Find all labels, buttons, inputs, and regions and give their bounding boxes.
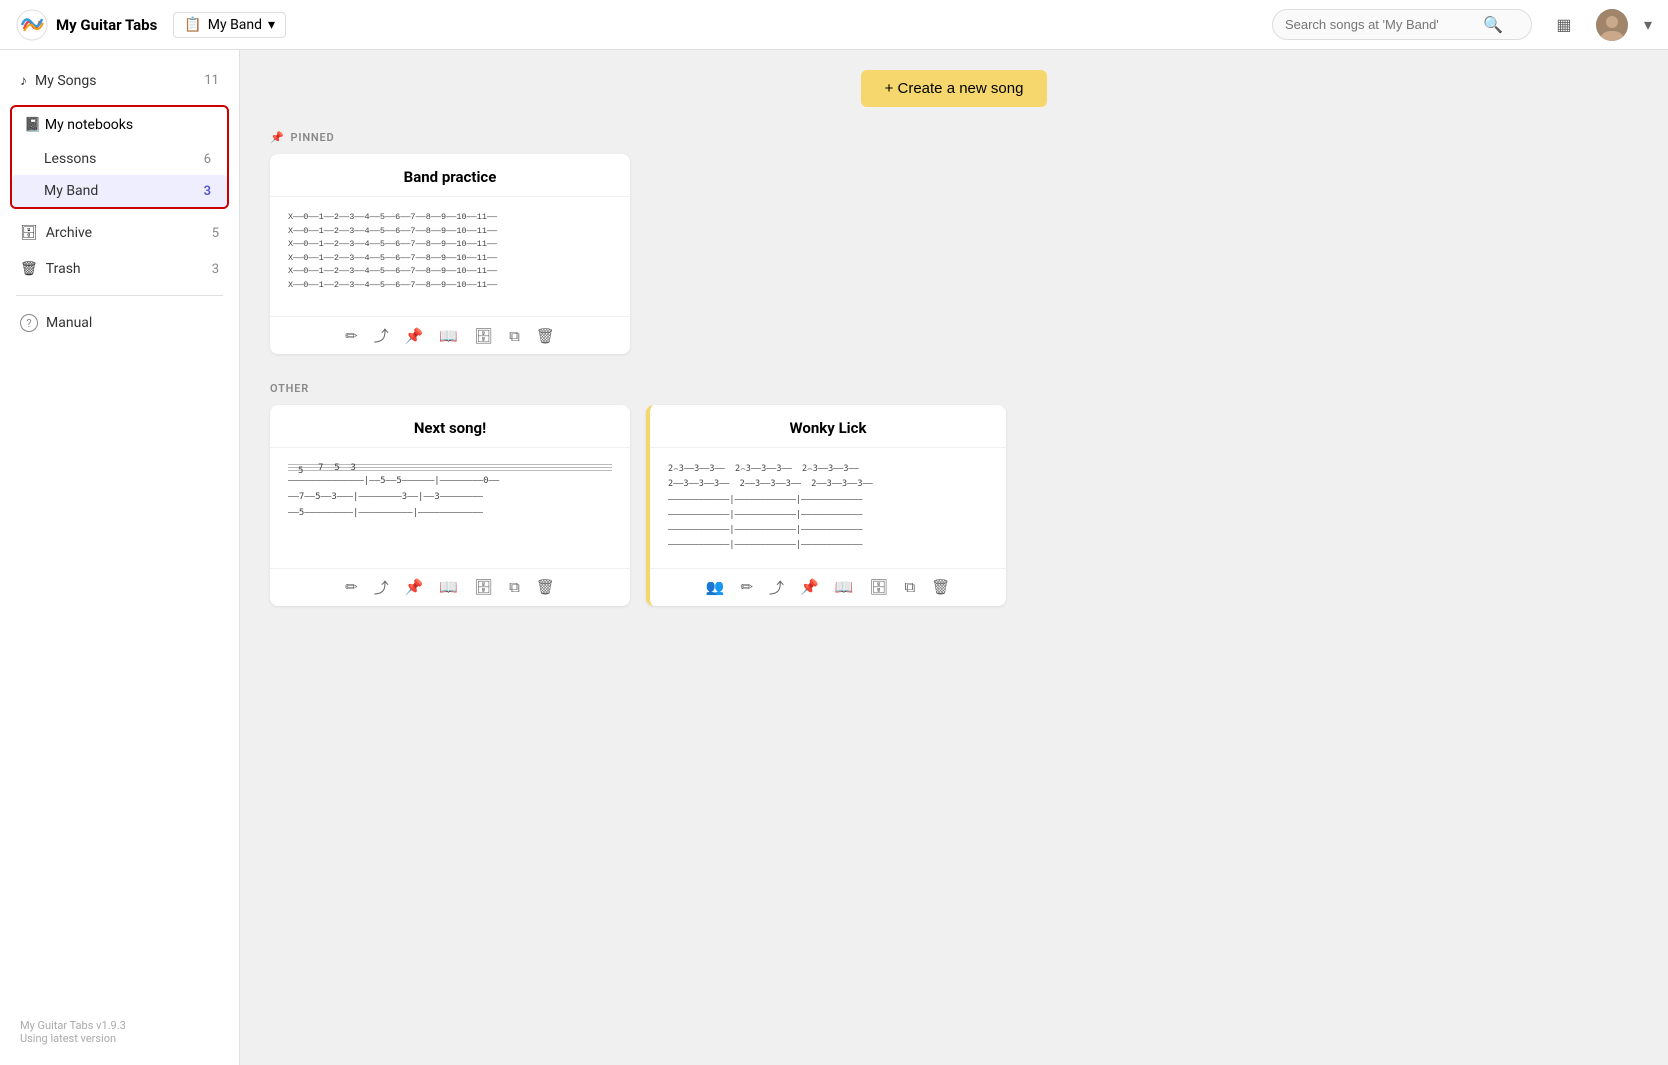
song-title-next-song[interactable]: Next song! <box>270 405 630 448</box>
sidebar-item-trash[interactable]: 🗑 Trash 3 <box>0 251 239 287</box>
my-songs-label: My Songs <box>35 73 96 89</box>
create-new-song-button[interactable]: + Create a new song <box>861 70 1048 107</box>
notebook-button-next-song[interactable]: 📖 <box>439 578 458 596</box>
archive-count: 5 <box>212 226 219 241</box>
app-name: My Guitar Tabs <box>56 16 157 34</box>
app-logo-icon <box>16 9 48 41</box>
my-songs-count: 11 <box>204 73 219 88</box>
song-tab-next-song[interactable]: 7 5 3 5 ——————————————|——5——5——————|————… <box>270 448 630 568</box>
other-label: OTHER <box>270 382 309 395</box>
pin-button-wonky-lick[interactable]: 📌 <box>800 578 819 596</box>
my-notebooks-section: 📓 My notebooks Lessons 6 My Band 3 <box>10 105 229 209</box>
chevron-down-icon: ▾ <box>268 17 275 33</box>
pinned-songs-grid: Band practice X——0——1——2——3——4——5——6——7—… <box>270 154 1638 354</box>
app-layout: ♪ My Songs 11 📓 My notebooks Lessons 6 M… <box>0 50 1668 1065</box>
main-content: + Create a new song 📌 PINNED Band practi… <box>240 50 1668 1065</box>
version-note: Using latest version <box>20 1032 219 1045</box>
pinned-section-label: 📌 PINNED <box>270 131 1638 144</box>
song-card-next-song: Next song! 7 5 3 5 <box>270 405 630 606</box>
app-logo-area: My Guitar Tabs <box>16 9 157 41</box>
band-name: My Band <box>208 17 262 33</box>
grid-icon: ▦ <box>1556 15 1571 34</box>
song-title-wonky-lick[interactable]: Wonky Lick <box>650 405 1006 448</box>
archive-icon: 🗄 <box>20 225 38 241</box>
pin-button-band-practice[interactable]: 📌 <box>405 327 424 345</box>
sidebar-divider <box>16 295 223 296</box>
notebook-button-band-practice[interactable]: 📖 <box>439 327 458 345</box>
archive-button-wonky-lick[interactable]: 🗄 <box>869 578 888 596</box>
my-notebooks-label: My notebooks <box>45 117 133 133</box>
lessons-label: Lessons <box>44 151 96 167</box>
band-icon: 📋 <box>184 17 201 33</box>
song-title-band-practice[interactable]: Band practice <box>270 154 630 197</box>
app-version: My Guitar Tabs v1.9.3 <box>20 1019 219 1032</box>
copy-button-band-practice[interactable]: ⧉ <box>509 327 520 345</box>
song-actions-wonky-lick: 👥 ✏ ⤴ 📌 📖 🗄 ⧉ 🗑 <box>650 568 1006 606</box>
search-input[interactable] <box>1285 17 1475 32</box>
my-notebooks-header[interactable]: 📓 My notebooks <box>12 107 227 143</box>
search-icon[interactable]: 🔍 <box>1483 15 1503 34</box>
grid-view-button[interactable]: ▦ <box>1548 9 1580 41</box>
share-button-wonky-lick[interactable]: ⤴ <box>769 577 784 598</box>
sidebar-bottom: My Guitar Tabs v1.9.3 Using latest versi… <box>0 1011 239 1053</box>
other-songs-row: Next song! 7 5 3 5 <box>270 405 1638 606</box>
top-navigation: My Guitar Tabs 📋 My Band ▾ 🔍 ▦ ▾ <box>0 0 1668 50</box>
share-button-next-song[interactable]: ⤴ <box>374 577 389 598</box>
song-card-band-practice: Band practice X——0——1——2——3——4——5——6——7—… <box>270 154 630 354</box>
help-icon: ? <box>20 314 38 332</box>
archive-label: Archive <box>46 225 92 241</box>
tab-notation-wonky-lick: 2⌢3——3——3—— 2⌢3——3——3—— 2⌢3——3——3—— 2——3… <box>660 456 996 560</box>
song-tab-band-practice[interactable]: X——0——1——2——3——4——5——6——7——8——9——10——11—… <box>270 197 630 316</box>
sidebar-item-my-band[interactable]: My Band 3 <box>12 175 227 207</box>
pinned-label: PINNED <box>291 131 335 144</box>
notebook-button-wonky-lick[interactable]: 📖 <box>835 578 854 596</box>
other-section-label: OTHER <box>270 382 1638 395</box>
band-selector[interactable]: 📋 My Band ▾ <box>173 12 286 38</box>
user-menu-chevron[interactable]: ▾ <box>1644 15 1652 34</box>
my-band-label: My Band <box>44 183 98 199</box>
delete-button-next-song[interactable]: 🗑 <box>536 578 555 596</box>
copy-button-next-song[interactable]: ⧉ <box>509 578 520 596</box>
avatar-image <box>1596 9 1628 41</box>
tab-notation-next-song: 7 5 3 5 ——————————————|——5——5——————|————… <box>280 456 620 528</box>
music-note-icon: ♪ <box>20 72 27 89</box>
delete-button-wonky-lick[interactable]: 🗑 <box>931 578 950 596</box>
sidebar-item-archive[interactable]: 🗄 Archive 5 <box>0 215 239 251</box>
sidebar-item-my-songs[interactable]: ♪ My Songs 11 <box>0 62 239 99</box>
sidebar-item-lessons[interactable]: Lessons 6 <box>12 143 227 175</box>
trash-count: 3 <box>212 262 219 277</box>
my-band-count: 3 <box>204 184 211 199</box>
pin-label-icon: 📌 <box>270 131 285 144</box>
pin-button-next-song[interactable]: 📌 <box>405 578 424 596</box>
manual-label: Manual <box>46 315 92 331</box>
trash-label: Trash <box>46 261 81 277</box>
song-card-wonky-lick: Wonky Lick 2⌢3——3——3—— 2⌢3——3——3—— 2⌢3——… <box>646 405 1006 606</box>
copy-button-wonky-lick[interactable]: ⧉ <box>904 578 915 596</box>
trash-icon: 🗑 <box>20 261 38 277</box>
sidebar: ♪ My Songs 11 📓 My notebooks Lessons 6 M… <box>0 50 240 1065</box>
archive-button-next-song[interactable]: 🗄 <box>474 578 493 596</box>
song-actions-band-practice: ✏ ⤴ 📌 📖 🗄 ⧉ 🗑 <box>270 316 630 354</box>
user-avatar[interactable] <box>1596 9 1628 41</box>
search-bar: 🔍 <box>1272 9 1532 40</box>
edit-button-wonky-lick[interactable]: ✏ <box>740 578 753 596</box>
song-actions-next-song: ✏ ⤴ 📌 📖 🗄 ⧉ 🗑 <box>270 568 630 606</box>
delete-button-band-practice[interactable]: 🗑 <box>536 327 555 345</box>
notebook-icon: 📓 <box>24 117 41 133</box>
archive-button-band-practice[interactable]: 🗄 <box>474 327 493 345</box>
people-button-wonky-lick[interactable]: 👥 <box>706 578 725 596</box>
lessons-count: 6 <box>204 152 211 167</box>
edit-button-band-practice[interactable]: ✏ <box>345 327 358 345</box>
share-button-band-practice[interactable]: ⤴ <box>374 325 389 346</box>
tab-notation: X——0——1——2——3——4——5——6——7——8——9——10——11—… <box>280 205 620 299</box>
create-btn-area: + Create a new song <box>270 70 1638 107</box>
edit-button-next-song[interactable]: ✏ <box>345 578 358 596</box>
song-tab-wonky-lick[interactable]: 2⌢3——3——3—— 2⌢3——3——3—— 2⌢3——3——3—— 2——3… <box>650 448 1006 568</box>
sidebar-item-manual[interactable]: ? Manual <box>0 304 239 342</box>
